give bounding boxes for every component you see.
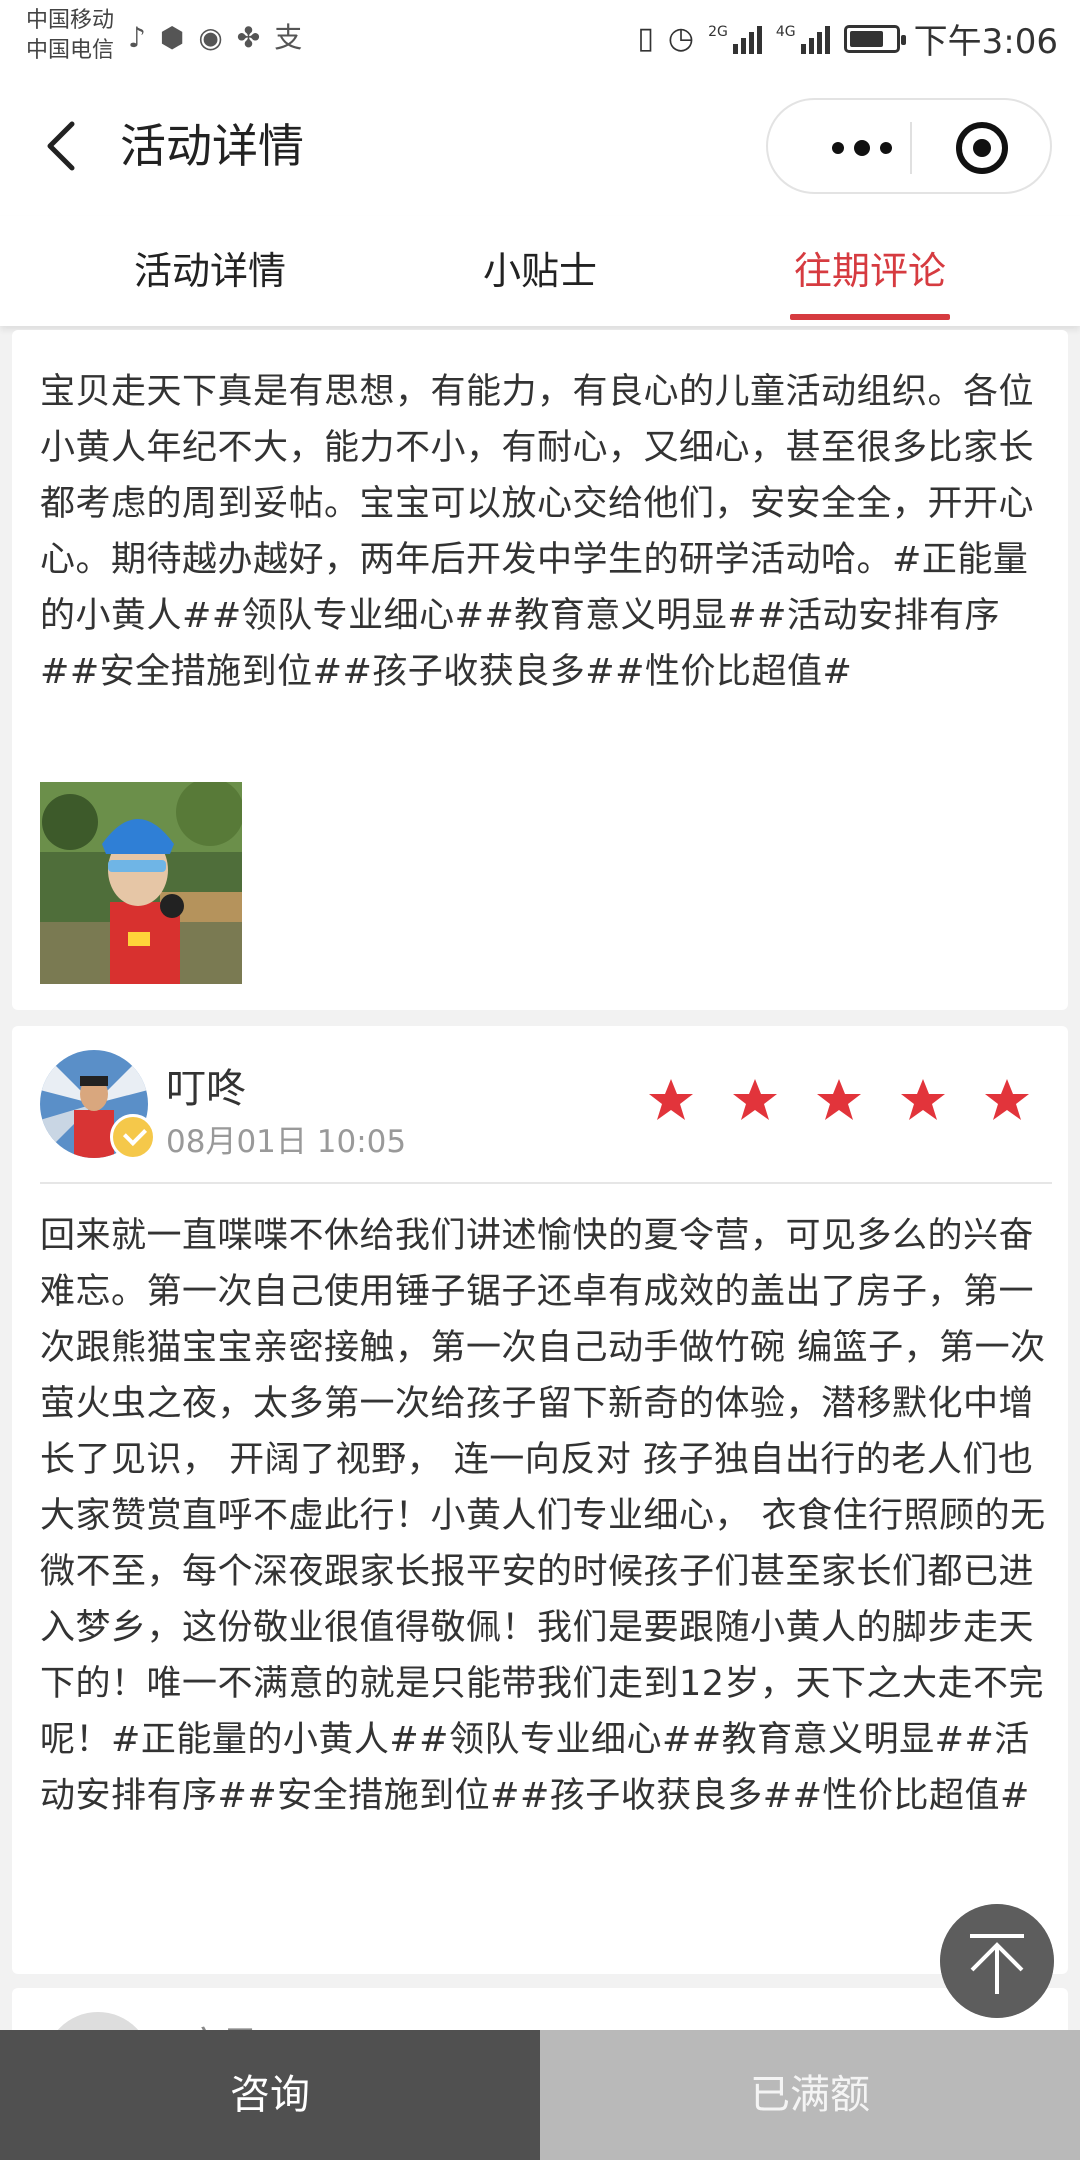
paw-icon: ✤ [236,21,261,54]
mini-program-capsule [766,98,1052,194]
capsule-divider [910,122,912,174]
star-icon [985,1079,1029,1120]
vibrate-icon: ▯ [637,21,654,56]
status-right: ▯ ◷ 2G 4G 下午3:06 [637,14,1058,63]
tab-label: 小贴士 [482,249,597,293]
review-photo[interactable] [40,782,242,984]
carrier-1: 中国移动 [26,8,115,33]
page-title: 活动详情 [120,119,304,173]
star-icon [649,1079,693,1120]
carrier-info: 中国移动 中国电信 [26,6,114,66]
alipay-icon: 支 [274,21,303,54]
app2-icon: ◉ [198,21,223,54]
review-card: 叮咚 08月01日 10:05 回来就一直喋喋不休给我们讲述愉快的夏令营，可见多… [12,1026,1068,1974]
battery-level [849,30,883,47]
reviewer-name: 叮咚 [166,1066,246,1112]
status-bar: 中国移动 中国电信 ♪ ⬢ ◉ ✤ 支 ▯ ◷ 2G 4G 下午3:06 [0,0,1080,76]
divider [40,1182,1052,1184]
app-icon: ⬢ [159,21,185,54]
review-text: 回来就一直喋喋不休给我们讲述愉快的夏令营，可见多么的兴奋难忘。第一次自己使用锤子… [40,1216,1046,1816]
more-menu-icon[interactable] [812,128,912,168]
notification-icons: ♪ ⬢ ◉ ✤ 支 [128,20,302,56]
network-2-label: 4G [775,23,796,40]
close-program-icon[interactable] [956,122,1008,174]
back-to-top-button[interactable] [940,1904,1054,2018]
review-text: 宝贝走天下真是有思想，有能力，有良心的儿童活动组织。各位小黄人年纪不大，能力不小… [40,372,1035,692]
battery-icon [843,24,906,53]
verified-badge-icon [110,1114,156,1160]
tab-label: 活动详情 [133,249,286,293]
active-tab-indicator [790,314,950,320]
tab-tips[interactable]: 小贴士 [360,216,720,326]
star-icon [733,1079,777,1120]
star-icon [817,1079,861,1120]
back-arrow-icon[interactable] [38,116,88,176]
tab-past-reviews[interactable]: 往期评论 [690,216,1050,326]
review-datetime: 08月01日 10:05 [166,1124,407,1160]
nav-bar: 活动详情 [0,76,1080,216]
alarm-icon: ◷ [667,21,695,56]
tab-label: 往期评论 [793,249,946,293]
tab-bar: 活动详情 小贴士 往期评论 [0,216,1080,326]
bottom-action-bar: 咨询 已满额 [0,2030,1080,2160]
carrier-2: 中国电信 [26,38,115,63]
tiktok-icon: ♪ [128,21,146,54]
review-card: 宝贝走天下真是有思想，有能力，有良心的儿童活动组织。各位小黄人年纪不大，能力不小… [12,330,1068,1010]
consult-button[interactable]: 咨询 [0,2030,540,2160]
network-1-label: 2G [708,23,728,40]
full-button: 已满额 [540,2030,1080,2160]
rating-stars [648,1078,1030,1122]
signal-icon: 2G [708,24,762,54]
star-icon [901,1079,945,1120]
signal-icon: 4G [776,24,830,54]
tab-activity-details[interactable]: 活动详情 [30,216,390,326]
clock: 下午3:06 [913,22,1058,62]
